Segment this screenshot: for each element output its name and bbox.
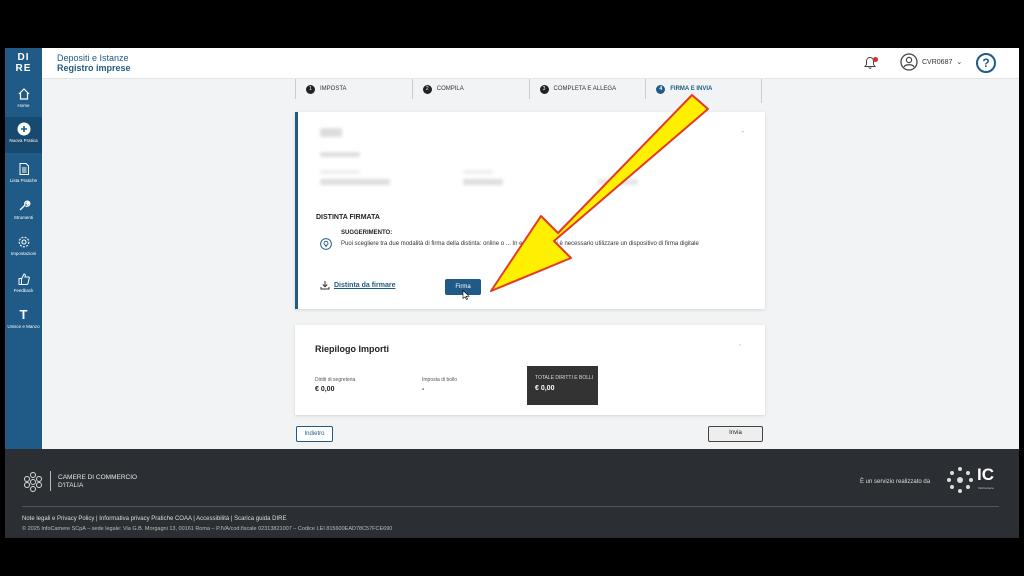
step-firma-e-invia[interactable]: 4 FIRMA E INVIA xyxy=(645,79,762,99)
user-menu[interactable]: CVR0687 ⌄ xyxy=(900,53,962,71)
footer: CAMERE DI COMMERCIO D'ITALIA È un serviz… xyxy=(5,449,1019,538)
back-button[interactable]: Indietro xyxy=(296,426,333,442)
infocamere-logo-icon xyxy=(947,467,973,493)
ic-logo-text: IC xyxy=(977,465,994,484)
step-completa-e-allega[interactable]: 3 COMPLETA E ALLEGA xyxy=(528,79,646,99)
app-subtitle: Depositi e Istanze xyxy=(57,53,129,63)
tip-title: SUGGERIMENTO: xyxy=(341,230,393,236)
stepper-divider xyxy=(761,79,762,103)
diritti-value: € 0,00 xyxy=(315,386,335,393)
chevron-up-icon[interactable]: ⌃ xyxy=(740,130,746,138)
footer-copyright: © 2025 InfoCamere SCpA – sede legale: Vi… xyxy=(22,526,393,532)
top-bar: DI RE Depositi e Istanze Registro impres… xyxy=(5,48,1019,79)
blurred-content xyxy=(463,170,493,174)
step-number: 1 xyxy=(306,84,315,94)
footer-separator xyxy=(50,471,51,491)
mouse-cursor-icon xyxy=(462,290,470,300)
camere-commercio-logo xyxy=(24,472,42,492)
org-line2: D'ITALIA xyxy=(58,482,84,489)
sidebar-item-nuova-pratica[interactable]: Nuova Pratica xyxy=(5,117,42,153)
thumbs-up-icon xyxy=(18,273,30,285)
step-label: COMPLETA E ALLEGA xyxy=(553,86,617,92)
sidebar-item-label: Unisce e Manzo xyxy=(7,324,40,329)
step-number: 4 xyxy=(656,84,666,94)
total-value: € 0,00 xyxy=(535,385,555,392)
document-icon xyxy=(19,163,29,175)
app-title: Registro imprese xyxy=(57,63,131,73)
sidebar-item-label: Nuova Pratica xyxy=(9,138,38,143)
footer-links[interactable]: Note legali e Privacy Policy | Informati… xyxy=(22,516,286,522)
sidebar-item-lista-pratiche[interactable]: Lista Pratiche xyxy=(5,162,42,183)
chevron-down-icon: ⌄ xyxy=(956,59,963,66)
bollo-value: - xyxy=(422,386,425,393)
signature-card: ⌃ DISTINTA FIRMATA SUGGERIMENTO: Puoi sc… xyxy=(295,112,765,309)
step-label: COMPILA xyxy=(436,86,464,92)
help-icon[interactable]: ? xyxy=(976,53,996,73)
sidebar-item-label: Feedback xyxy=(13,288,34,293)
diritti-label: Diritti di segreteria xyxy=(315,377,356,383)
sidebar-item-label: Strumenti xyxy=(13,215,34,220)
ic-logo-subtext: InfoCamere xyxy=(978,486,994,490)
dire-logo[interactable]: DI RE xyxy=(5,48,42,79)
summary-card: ⌃ Riepilogo Importi Diritti di segreteri… xyxy=(295,325,765,415)
user-name: CVR0687 xyxy=(922,58,953,66)
sidebar-item-label: Impostazioni xyxy=(10,251,37,256)
section-title: DISTINTA FIRMATA xyxy=(316,214,380,221)
stepper: 1 IMPOSTA 2 COMPILA 3 COMPLETA E ALLEGA … xyxy=(295,79,762,99)
text-size-icon: T xyxy=(19,307,28,322)
summary-title: Riepilogo Importi xyxy=(315,344,389,354)
org-name: CAMERE DI COMMERCIO D'ITALIA xyxy=(58,474,137,490)
chevron-up-icon[interactable]: ⌃ xyxy=(737,343,743,351)
blurred-content xyxy=(598,179,638,185)
user-avatar-icon xyxy=(900,53,918,71)
sidebar-item-feedback[interactable]: Feedback xyxy=(5,272,42,293)
home-icon xyxy=(18,88,29,100)
lightbulb-icon xyxy=(320,238,332,250)
blurred-content xyxy=(320,170,360,174)
blurred-content xyxy=(320,179,390,185)
blurred-content xyxy=(320,152,360,157)
gear-icon xyxy=(18,236,29,248)
sidebar-item-impostazioni[interactable]: Impostazioni xyxy=(5,235,42,256)
step-label: FIRMA E INVIA xyxy=(670,86,713,92)
download-link-label: Distinta da firmare xyxy=(334,281,396,289)
app-titles: Depositi e Istanze Registro imprese xyxy=(57,53,131,73)
blurred-content xyxy=(320,128,342,137)
logo-line2: RE xyxy=(15,63,32,74)
footer-divider xyxy=(22,506,999,507)
download-unsigned-link[interactable]: Distinta da firmare xyxy=(320,280,395,290)
step-label: IMPOSTA xyxy=(320,86,347,92)
total-box: TOTALE DIRITTI E BOLLI € 0,00 xyxy=(527,366,598,405)
sidebar-item-home[interactable]: Home xyxy=(5,87,42,108)
send-button[interactable]: Invia xyxy=(708,426,763,442)
notification-dot xyxy=(873,57,878,62)
sidebar-item-label: Home xyxy=(17,103,30,108)
sidebar-item-label: Lista Pratiche xyxy=(9,178,38,183)
tip-text: Puoi scegliere tra due modalità di firma… xyxy=(341,241,699,247)
blurred-content xyxy=(463,179,503,185)
step-number: 2 xyxy=(422,84,432,94)
step-number: 3 xyxy=(539,84,549,94)
wrench-icon xyxy=(19,200,30,211)
service-by-text: È un servizio realizzato da xyxy=(860,479,931,485)
step-compila[interactable]: 2 COMPILA xyxy=(411,79,529,99)
plus-circle-icon xyxy=(17,122,30,136)
step-imposta[interactable]: 1 IMPOSTA xyxy=(295,79,412,99)
bollo-label: Imposta di bollo xyxy=(422,377,458,383)
video-frame: DI RE Depositi e Istanze Registro impres… xyxy=(0,0,1024,576)
total-label: TOTALE DIRITTI E BOLLI xyxy=(535,375,594,381)
logo-line1: DI xyxy=(17,52,30,63)
download-icon xyxy=(320,281,330,290)
sidebar-item-text-size[interactable]: T Unisce e Manzo xyxy=(5,307,42,330)
sidebar-item-strumenti[interactable]: Strumenti xyxy=(5,199,42,220)
org-line1: CAMERE DI COMMERCIO xyxy=(58,474,138,481)
app-screen: DI RE Depositi e Istanze Registro impres… xyxy=(5,48,1019,538)
